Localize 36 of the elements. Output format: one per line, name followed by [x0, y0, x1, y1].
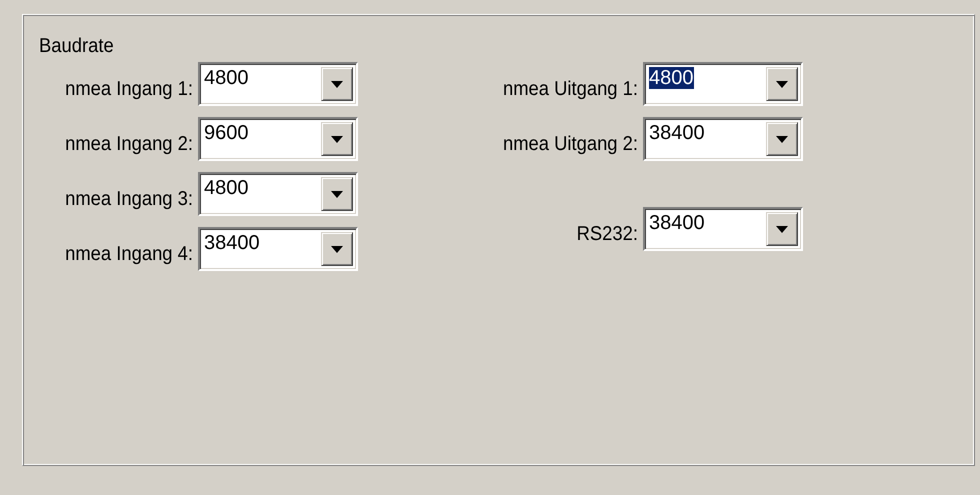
field-label: nmea Uitgang 2:: [502, 133, 638, 157]
caret-icon: [331, 80, 343, 88]
field-label: nmea Uitgang 1:: [502, 78, 638, 102]
selected-value: 4800: [204, 177, 248, 199]
caret-icon: [776, 226, 788, 232]
caret-icon: [331, 190, 343, 198]
dropdown-field[interactable]: 4800: [198, 172, 358, 216]
group-title: Baudrate: [39, 35, 114, 58]
selected-value: 38400: [649, 122, 705, 144]
dropdown-button[interactable]: [766, 212, 798, 246]
selected-value: 4800: [649, 67, 694, 89]
caret-icon: [331, 136, 343, 142]
selected-value: 38400: [204, 232, 260, 254]
field-label: nmea Ingang 4:: [64, 243, 193, 267]
selected-value: 9600: [204, 122, 248, 144]
dropdown-field[interactable]: 38400: [198, 227, 358, 271]
selected-value: 38400: [649, 212, 705, 234]
dropdown-button[interactable]: [321, 122, 353, 156]
dropdown-field[interactable]: 38400: [643, 207, 803, 251]
caret-icon: [776, 136, 788, 142]
field-label: nmea Ingang 1:: [64, 78, 193, 102]
dropdown-field[interactable]: 38400: [643, 117, 803, 161]
dropdown-button[interactable]: [321, 67, 353, 101]
dropdown-field[interactable]: 4800: [643, 62, 803, 106]
field-label: nmea Ingang 2:: [64, 133, 193, 157]
dropdown-field[interactable]: 4800: [198, 62, 358, 106]
dropdown-button[interactable]: [321, 232, 353, 266]
dropdown-button[interactable]: [321, 177, 353, 211]
dropdown-field[interactable]: 9600: [198, 117, 358, 161]
field-label: RS232:: [576, 223, 638, 247]
caret-icon: [776, 80, 788, 88]
caret-icon: [331, 246, 343, 252]
selected-value: 4800: [204, 67, 248, 89]
field-label: nmea Ingang 3:: [64, 188, 193, 212]
dropdown-button[interactable]: [766, 67, 798, 101]
dropdown-button[interactable]: [766, 122, 798, 156]
